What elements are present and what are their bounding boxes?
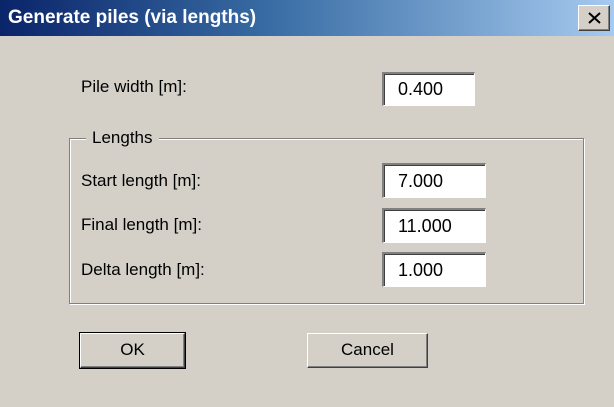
final-length-field[interactable] xyxy=(382,208,486,243)
close-button[interactable] xyxy=(578,5,610,31)
cancel-button[interactable]: Cancel xyxy=(307,333,428,368)
delta-length-field[interactable] xyxy=(382,252,486,287)
dialog-title: Generate piles (via lengths) xyxy=(8,7,257,28)
title-bar[interactable]: Generate piles (via lengths) xyxy=(0,0,614,36)
start-length-field[interactable] xyxy=(382,163,486,198)
lengths-group-legend: Lengths xyxy=(86,127,159,149)
ok-button[interactable]: OK xyxy=(79,332,186,369)
close-icon xyxy=(588,12,601,24)
generate-piles-dialog: Generate piles (via lengths) Pile width … xyxy=(0,0,614,407)
pile-width-label: Pile width [m]: xyxy=(81,77,187,96)
delta-length-label: Delta length [m]: xyxy=(81,260,205,279)
final-length-label: Final length [m]: xyxy=(81,215,202,234)
start-length-label: Start length [m]: xyxy=(81,171,201,190)
pile-width-field[interactable] xyxy=(382,72,475,106)
